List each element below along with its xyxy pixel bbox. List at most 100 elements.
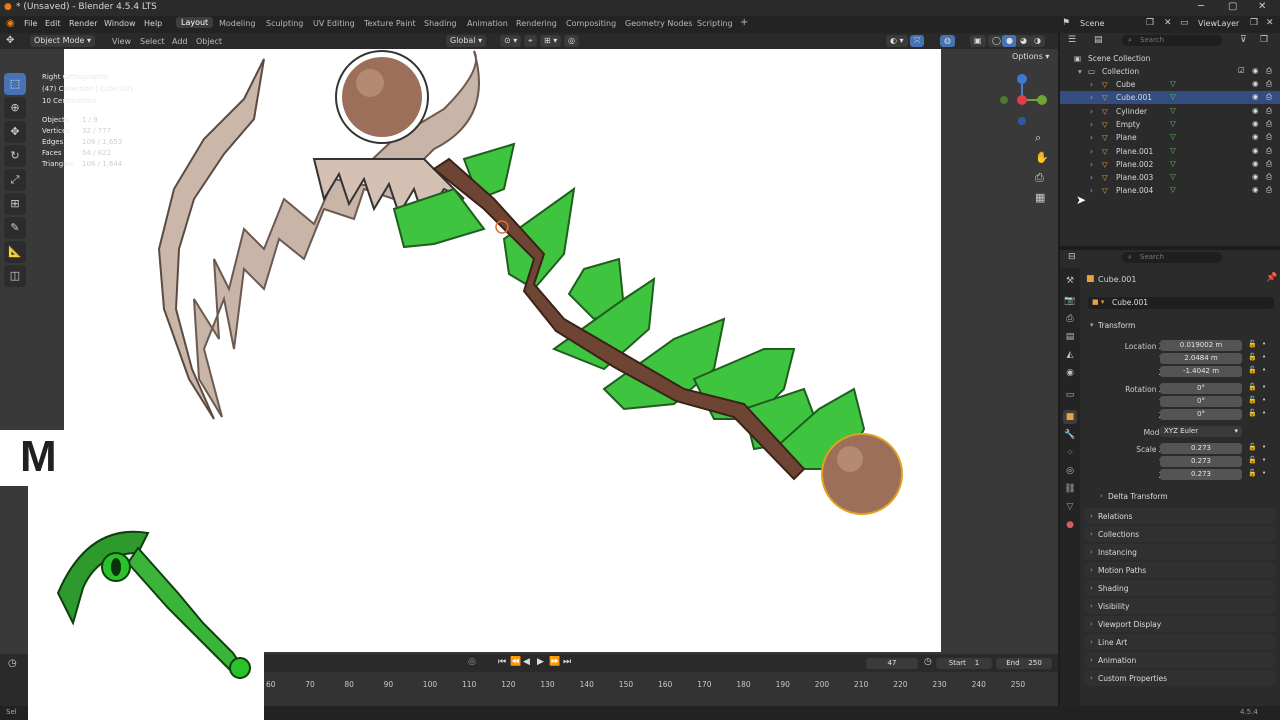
navigation-gizmo[interactable] [996, 73, 1052, 129]
expand-chevron-icon[interactable]: › [1090, 133, 1093, 142]
expand-chevron-icon[interactable]: › [1090, 107, 1093, 116]
camera-render-icon[interactable]: ⎙ [1266, 66, 1272, 76]
shading-material-button[interactable]: ◕ [1016, 35, 1031, 47]
collection-row[interactable]: ▾ ▭ Collection ☑ ◉ ⎙ [1060, 65, 1280, 78]
orientation-dropdown[interactable]: Global ▾ [446, 35, 487, 47]
scale-z-field[interactable]: 0.273 [1160, 469, 1242, 480]
expand-chevron-icon[interactable]: › [1090, 173, 1093, 182]
delta-transform-header[interactable]: Delta Transform [1108, 492, 1168, 501]
display-mode-icon[interactable]: ▤ [1094, 35, 1103, 45]
lock-icon[interactable]: 🔓 [1248, 469, 1257, 477]
delta-chevron-icon[interactable]: › [1100, 492, 1103, 500]
proportional-edit-toggle[interactable]: ◎ [564, 35, 579, 47]
move-tool-icon[interactable]: ✥ [4, 121, 26, 143]
panel-header[interactable]: › Collections [1084, 526, 1276, 542]
minimize-button[interactable]: ─ [1198, 1, 1204, 12]
lock-icon[interactable]: 🔓 [1248, 409, 1257, 417]
transform-header[interactable]: Transform [1098, 321, 1135, 330]
properties-editor-icon[interactable]: ⊟ [1068, 252, 1076, 262]
properties-search-field[interactable]: ⌕ Search [1122, 252, 1222, 263]
eye-icon[interactable]: ◉ [1252, 119, 1259, 128]
pan-hand-icon[interactable]: ✋ [1035, 151, 1049, 164]
eye-icon[interactable]: ◉ [1252, 132, 1259, 141]
location-y-field[interactable]: 2.0484 m [1160, 353, 1242, 364]
gizmo-toggle[interactable]: ⤧ [910, 35, 925, 47]
play-reverse-icon[interactable]: ◀ [523, 657, 530, 667]
snap-toggle[interactable]: ⌖ [524, 35, 537, 47]
new-viewlayer-icon[interactable]: ❐ [1250, 18, 1258, 28]
annotate-tool-icon[interactable]: ✎ [4, 217, 26, 239]
rotation-mode-dropdown[interactable]: XYZ Euler ▾ [1160, 426, 1242, 437]
transform-tool-icon[interactable]: ⊞ [4, 193, 26, 215]
outliner-item[interactable]: › ▽ Cube.001 ▽ ◉ ⎙ [1060, 91, 1280, 105]
lock-icon[interactable]: 🔓 [1248, 456, 1257, 464]
panel-header[interactable]: › Custom Properties [1084, 670, 1276, 686]
axis-neg-y-icon[interactable] [1000, 96, 1008, 104]
viewlayer-selector[interactable]: ViewLayer [1198, 19, 1239, 28]
camera-render-icon[interactable]: ⎙ [1266, 79, 1272, 89]
snap-target-dropdown[interactable]: ⊞ ▾ [540, 35, 562, 47]
eye-icon[interactable]: ◉ [1252, 92, 1259, 101]
scale-tool-icon[interactable]: ⤢ [4, 169, 26, 191]
location-x-field[interactable]: 0.019002 m [1160, 340, 1242, 351]
view-menu[interactable]: View [112, 37, 131, 46]
eye-icon[interactable]: ◉ [1252, 106, 1259, 115]
scene-collection-row[interactable]: ▣ Scene Collection [1060, 52, 1280, 65]
zoom-icon[interactable]: ⌕ [1035, 131, 1041, 145]
menu-render[interactable]: Render [69, 19, 97, 28]
object-tab-icon[interactable]: ■ [1063, 410, 1077, 424]
select-menu[interactable]: Select [140, 37, 165, 46]
keyframe-dot-icon[interactable]: • [1262, 340, 1266, 348]
camera-render-icon[interactable]: ⎙ [1266, 132, 1272, 142]
scene-selector[interactable]: Scene [1080, 19, 1104, 28]
outliner-item[interactable]: › ▽ Plane.003 ▽ ◉ ⎙ [1060, 171, 1280, 184]
transform-chevron-icon[interactable]: ▾ [1090, 321, 1094, 329]
object-menu[interactable]: Object [196, 37, 222, 46]
blender-menu-icon[interactable]: ◉ [6, 18, 15, 29]
shading-solid-button[interactable]: ● [1002, 35, 1017, 47]
modifier-tab-icon[interactable]: 🔧 [1063, 428, 1077, 442]
expand-chevron-icon[interactable]: › [1090, 93, 1093, 102]
eye-icon[interactable]: ◉ [1252, 146, 1259, 155]
panel-header[interactable]: › Viewport Display [1084, 616, 1276, 632]
render-tab-icon[interactable]: 📷 [1063, 294, 1077, 308]
tool-tab-icon[interactable]: ⚒ [1063, 274, 1077, 288]
camera-render-icon[interactable]: ⎙ [1266, 185, 1272, 195]
options-dropdown[interactable]: Options ▾ [1008, 51, 1054, 63]
grid-toggle-icon[interactable]: ▦ [1035, 191, 1045, 204]
panel-header[interactable]: › Relations [1084, 508, 1276, 524]
panel-header[interactable]: › Visibility [1084, 598, 1276, 614]
filter-icon[interactable]: ⊽ [1240, 35, 1247, 45]
tab-texture-paint[interactable]: Texture Paint [364, 19, 416, 28]
outliner-search-field[interactable]: ⌕ Search [1122, 35, 1222, 46]
axis-z-icon[interactable] [1017, 74, 1027, 84]
outliner-item[interactable]: › ▽ Plane.002 ▽ ◉ ⎙ [1060, 158, 1280, 171]
measure-tool-icon[interactable]: 📐 [4, 241, 26, 263]
delete-viewlayer-icon[interactable]: ✕ [1266, 18, 1274, 28]
jump-end-icon[interactable]: ⏭ [563, 657, 571, 667]
pivot-dropdown[interactable]: ⊙ ▾ [500, 35, 522, 47]
menu-edit[interactable]: Edit [45, 19, 61, 28]
tab-animation[interactable]: Animation [467, 19, 508, 28]
data-tab-icon[interactable]: ▽ [1063, 500, 1077, 514]
lock-icon[interactable]: 🔓 [1248, 443, 1257, 451]
camera-render-icon[interactable]: ⎙ [1266, 119, 1272, 129]
panel-header[interactable]: › Animation [1084, 652, 1276, 668]
outliner-item[interactable]: › ▽ Plane ▽ ◉ ⎙ [1060, 131, 1280, 144]
add-cube-tool-icon[interactable]: ◫ [4, 265, 26, 287]
camera-render-icon[interactable]: ⎙ [1266, 92, 1272, 102]
new-collection-icon[interactable]: ❐ [1260, 35, 1268, 45]
world-tab-icon[interactable]: ◉ [1063, 366, 1077, 380]
next-keyframe-icon[interactable]: ⏩ [549, 657, 560, 667]
keyframe-dot-icon[interactable]: • [1262, 409, 1266, 417]
current-frame-field[interactable]: 47 [866, 658, 918, 669]
view-layer-tab-icon[interactable]: ▤ [1063, 330, 1077, 344]
mode-dropdown[interactable]: Object Mode ▾ [30, 35, 95, 47]
tab-geometry-nodes[interactable]: Geometry Nodes [625, 19, 692, 28]
visibility-dropdown[interactable]: ◐ ▾ [886, 35, 908, 47]
tab-compositing[interactable]: Compositing [566, 19, 616, 28]
end-frame-field[interactable]: End 250 [996, 658, 1052, 669]
outliner-item[interactable]: › ▽ Plane.001 ▽ ◉ ⎙ [1060, 145, 1280, 158]
select-box-tool-icon[interactable]: ⬚ [4, 73, 26, 95]
expand-chevron-icon[interactable]: › [1090, 120, 1093, 129]
